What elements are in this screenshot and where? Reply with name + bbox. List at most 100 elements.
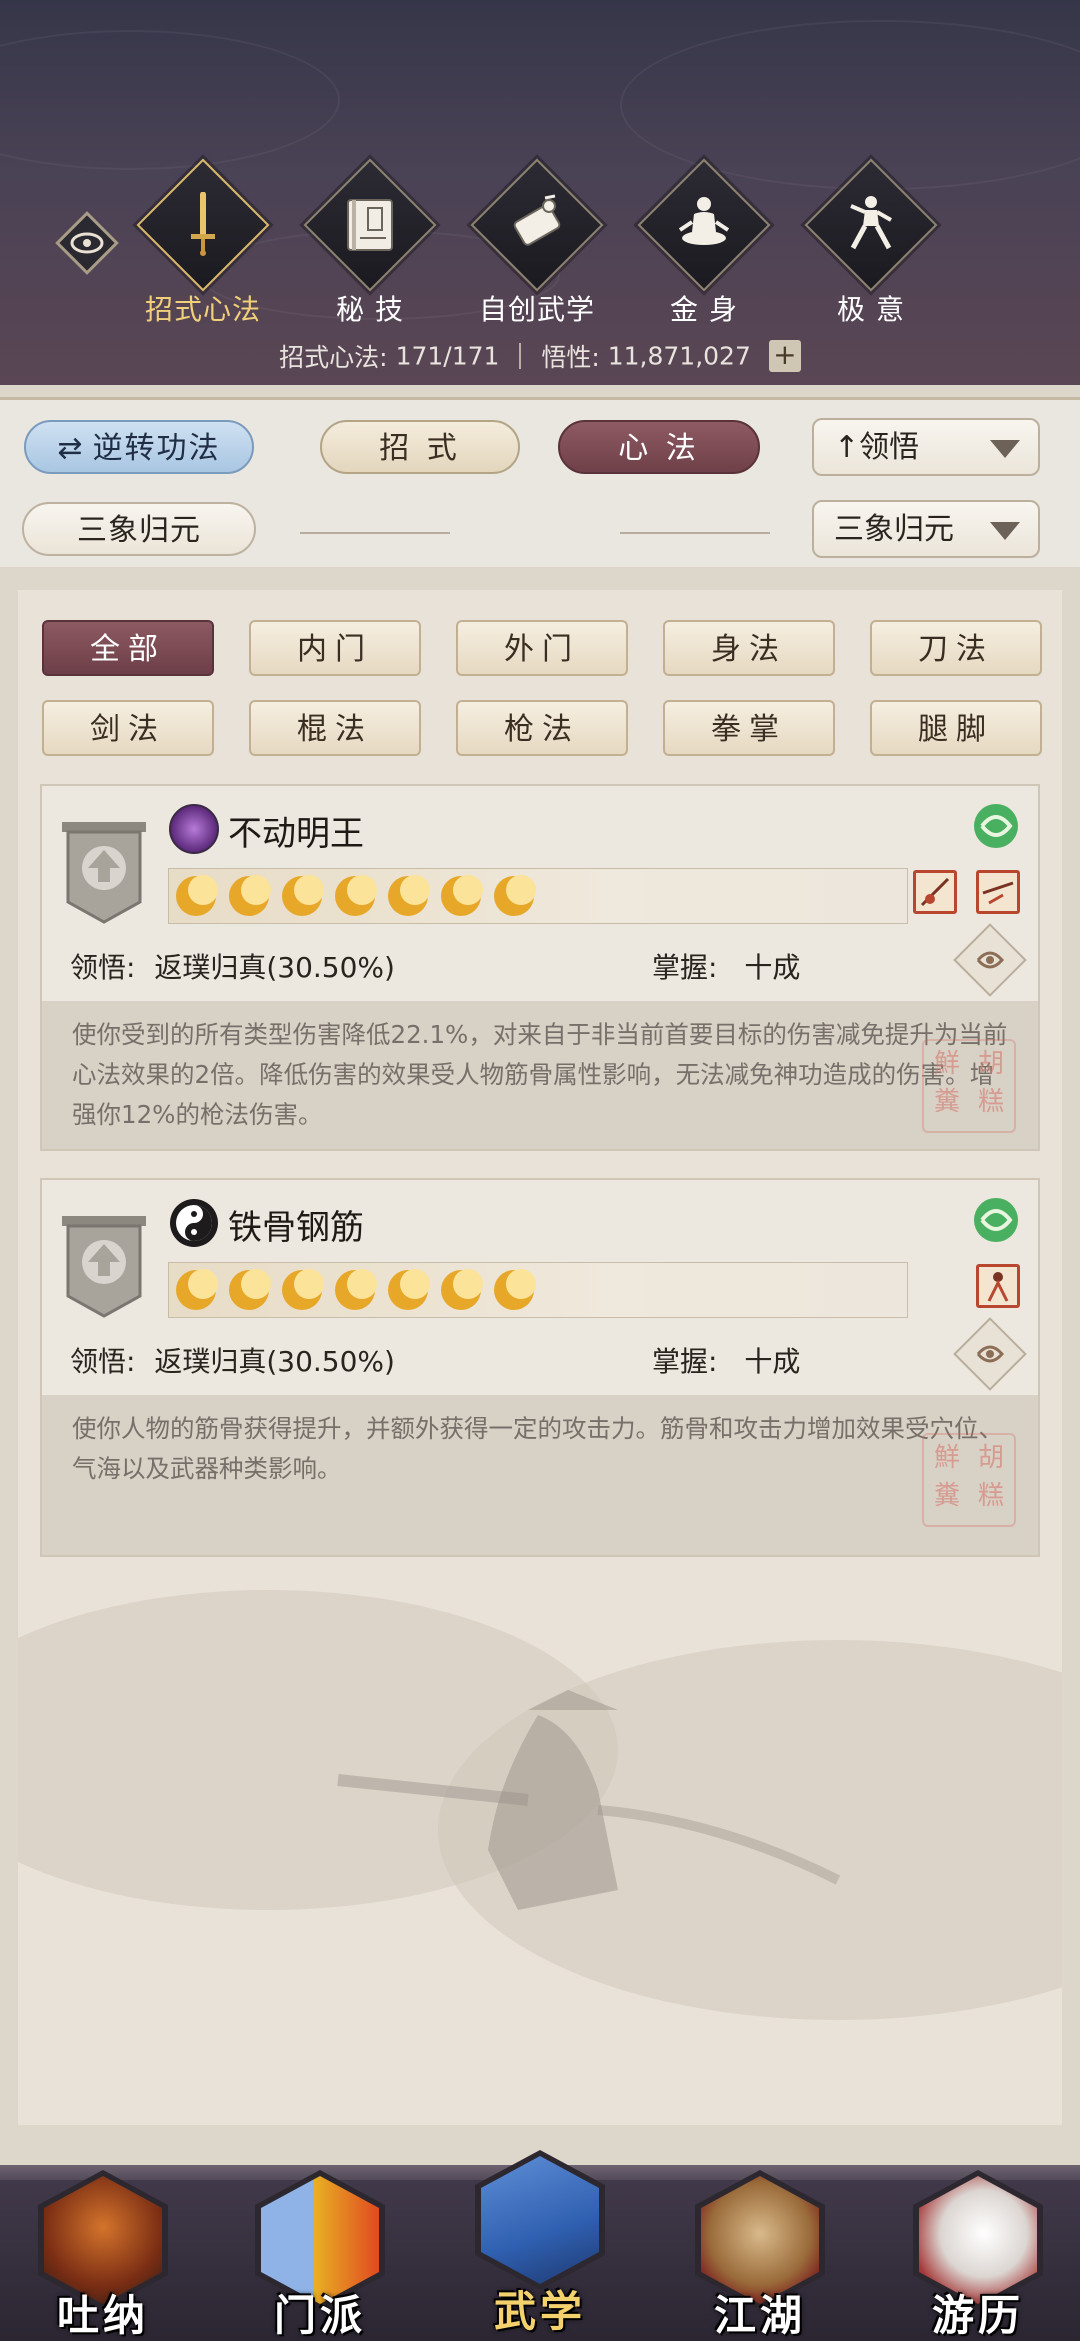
divider	[519, 343, 522, 369]
sword-icon	[191, 192, 215, 256]
filter-leg[interactable]: 腿脚	[870, 700, 1042, 756]
moon-icon	[282, 875, 324, 916]
moon-icon	[441, 1269, 483, 1310]
add-insight-button[interactable]: +	[768, 340, 801, 372]
swordsman-silhouette-icon	[337, 1690, 841, 1910]
body-art-icon[interactable]	[976, 1264, 1020, 1308]
insight-label: 悟性:	[541, 343, 600, 372]
tab-self-created[interactable]: 自创武学	[467, 158, 607, 330]
filter-spear[interactable]: 枪法	[456, 700, 628, 756]
cloud-decoration	[0, 30, 340, 170]
green-swirl-icon[interactable]	[972, 802, 1020, 850]
skill-list-area: 全部 内门 外门 身法 刀法 剑法 棍法 枪法 拳掌 腿脚 不动明王 领悟: 返…	[18, 590, 1062, 2125]
tab-label: 招式心法	[144, 293, 261, 326]
spear-strike-icon[interactable]	[976, 870, 1020, 914]
filter-sword[interactable]: 剑法	[42, 700, 214, 756]
scroll-icon	[513, 194, 561, 246]
tab-moves-heart[interactable]: 招式心法	[133, 158, 273, 330]
moon-icon	[282, 1269, 324, 1310]
filter-fist[interactable]: 拳掌	[663, 700, 835, 756]
tag-sanxiang[interactable]: 三象归元	[22, 502, 256, 556]
swirl-detail-button[interactable]	[953, 923, 1027, 997]
moon-icon	[335, 1269, 377, 1310]
insight-row: 领悟: 返璞归真(30.50%)	[70, 946, 395, 986]
red-seal-stamp: 胡糕鮮糞	[922, 1039, 1016, 1133]
caret-down-icon	[990, 440, 1020, 458]
nav-travel[interactable]: 游历	[903, 2170, 1053, 2341]
moon-icon	[176, 1269, 218, 1310]
skill-card[interactable]: 不动明王 领悟: 返璞归真(30.50%) 掌握: 十成 使你受到的所有类型伤害…	[40, 784, 1040, 1151]
swirl-detail-button[interactable]	[953, 1317, 1027, 1391]
insight-value: 返璞归真(30.50%)	[154, 951, 395, 984]
book-icon	[347, 199, 393, 251]
filter-movement[interactable]: 身法	[663, 620, 835, 676]
skill-name: 铁骨钢筋	[228, 1208, 364, 1248]
mastery-value: 十成	[744, 1345, 801, 1378]
swap-icon: ⇄	[57, 431, 87, 466]
tab-label: 自创武学	[478, 293, 595, 326]
category-label: 三象归元	[834, 512, 954, 547]
upgrade-badge-icon[interactable]	[62, 1216, 146, 1318]
nav-label: 武学	[493, 2287, 586, 2336]
tab-moves[interactable]: 招 式	[320, 420, 520, 474]
tab-golden-body[interactable]: 金 身	[634, 158, 774, 330]
swirl-icon	[976, 1345, 1004, 1363]
upgrade-badge-icon[interactable]	[62, 822, 146, 924]
insight-label: 领悟:	[70, 1345, 136, 1378]
skill-description: 使你人物的筋骨获得提升，并额外获得一定的攻击力。筋骨和攻击力增加效果受穴位、气海…	[42, 1395, 1038, 1555]
nav-breathing[interactable]: 吐纳	[28, 2170, 178, 2341]
moon-icon	[494, 875, 536, 916]
nav-martial-arts[interactable]: 武学	[465, 2150, 615, 2336]
divider	[300, 532, 450, 534]
category-dropdown[interactable]: 三象归元	[812, 500, 1040, 558]
mastery-label: 掌握:	[652, 951, 718, 984]
meditating-figure-icon	[678, 197, 730, 245]
skill-card[interactable]: 铁骨钢筋 领悟: 返璞归真(30.50%) 掌握: 十成 使你人物的筋骨获得提升…	[40, 1178, 1040, 1557]
filter-staff[interactable]: 棍法	[249, 700, 421, 756]
reverse-technique-button[interactable]: ⇄ 逆转功法	[24, 420, 254, 474]
moon-icon	[176, 875, 218, 916]
description-text: 使你人物的筋骨获得提升，并额外获得一定的攻击力。筋骨和攻击力增加效果受穴位、气海…	[72, 1414, 1003, 1483]
tab-label: 极 意	[837, 293, 905, 326]
divider	[620, 532, 770, 534]
filter-outer[interactable]: 外门	[456, 620, 628, 676]
eye-toggle-button[interactable]	[52, 208, 122, 278]
filter-inner[interactable]: 内门	[249, 620, 421, 676]
tab-ultimate[interactable]: 极 意	[801, 158, 941, 330]
tab-heart-method[interactable]: 心 法	[558, 420, 760, 474]
description-text: 使你受到的所有类型伤害降低22.1%，对来自于非当前首要目标的伤害减免提升为当前…	[72, 1020, 1008, 1129]
moon-icon	[388, 875, 430, 916]
nav-label: 江湖	[713, 2291, 806, 2340]
sort-label: 领悟	[859, 430, 920, 465]
green-swirl-icon[interactable]	[972, 1196, 1020, 1244]
nav-label: 游历	[931, 2291, 1024, 2340]
moves-count-value: 171/171	[395, 341, 500, 371]
insight-value: 返璞归真(30.50%)	[154, 1345, 395, 1378]
eye-icon	[55, 211, 119, 275]
martial-pose-icon	[850, 196, 892, 250]
insight-label: 领悟:	[70, 951, 136, 984]
nav-jianghu[interactable]: 江湖	[685, 2170, 835, 2341]
cloud-decoration	[620, 20, 1080, 190]
nav-label: 门派	[273, 2291, 366, 2340]
filter-blade[interactable]: 刀法	[870, 620, 1042, 676]
nav-label: 吐纳	[56, 2291, 149, 2340]
mastery-row: 掌握: 十成	[652, 1340, 800, 1380]
moon-icon	[494, 1269, 536, 1310]
moon-icon	[229, 1269, 271, 1310]
tab-label: 金 身	[670, 293, 738, 326]
main-panel: ⇄逆转功法 招 式 心 法 ↑领悟 三象归元 三象归元 全部 内门 外门 身法	[0, 385, 1080, 2341]
header: 招式心法 秘 技 自创武学 金 身 极 意 招式心法: 171/171 悟性: …	[0, 0, 1080, 385]
sort-dropdown[interactable]: ↑领悟	[812, 418, 1040, 476]
red-seal-stamp: 胡糕鮮糞	[922, 1433, 1016, 1527]
sub-skill-icons	[962, 1264, 1020, 1308]
tab-secret-skills[interactable]: 秘 技	[300, 158, 440, 330]
swirl-icon	[976, 951, 1004, 969]
spear-art-icon[interactable]	[912, 870, 957, 914]
moves-count-label: 招式心法:	[279, 343, 388, 372]
filter-all[interactable]: 全部	[42, 620, 214, 676]
up-arrow-icon: ↑	[834, 430, 860, 465]
yin-yang-icon	[170, 1199, 218, 1247]
mastery-moon-bar	[168, 868, 908, 924]
nav-sect[interactable]: 门派	[245, 2170, 395, 2341]
